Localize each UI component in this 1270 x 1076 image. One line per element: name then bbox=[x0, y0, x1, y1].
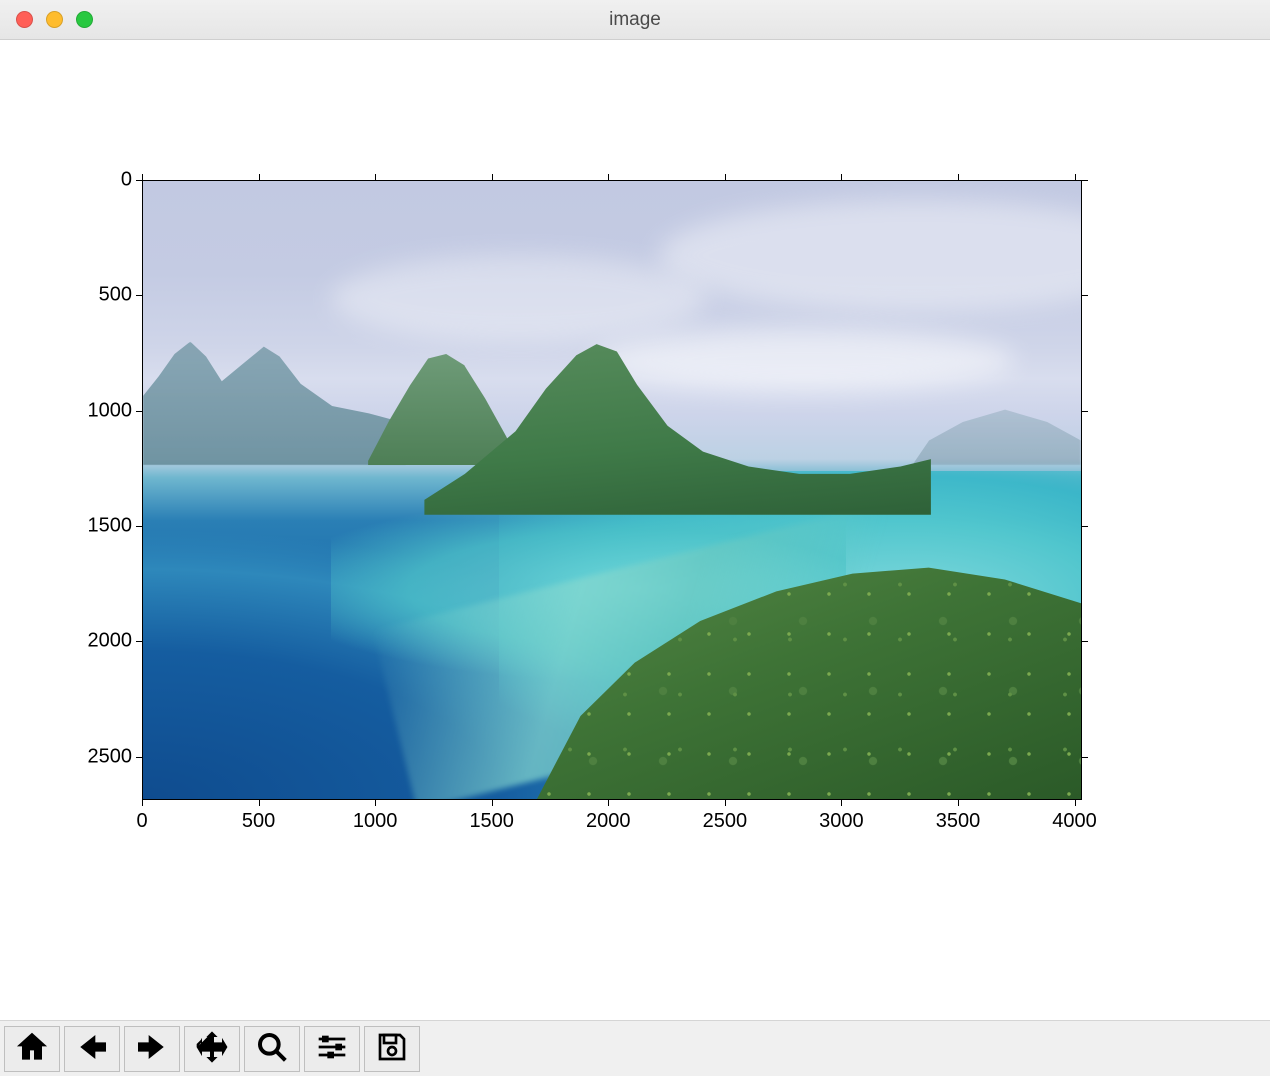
zoom-window-button[interactable] bbox=[76, 11, 93, 28]
move-icon bbox=[196, 1031, 228, 1066]
y-tick bbox=[136, 757, 142, 758]
arrow-left-icon bbox=[76, 1031, 108, 1066]
y-tick-label: 1500 bbox=[84, 514, 132, 537]
back-button[interactable] bbox=[64, 1026, 120, 1072]
x-tick bbox=[1075, 800, 1076, 806]
y-tick bbox=[136, 180, 142, 181]
x-tick bbox=[375, 174, 376, 180]
x-tick bbox=[142, 174, 143, 180]
x-tick bbox=[841, 174, 842, 180]
x-tick-label: 1000 bbox=[353, 810, 398, 833]
y-tick-label: 0 bbox=[117, 169, 132, 192]
y-tick bbox=[1082, 411, 1088, 412]
x-tick bbox=[608, 174, 609, 180]
y-tick-label: 2000 bbox=[84, 630, 132, 653]
x-tick bbox=[142, 800, 143, 806]
arrow-right-icon bbox=[136, 1031, 168, 1066]
y-tick bbox=[1082, 295, 1088, 296]
sliders-icon bbox=[316, 1031, 348, 1066]
y-tick bbox=[1082, 757, 1088, 758]
nav-toolbar bbox=[0, 1020, 1270, 1076]
x-tick bbox=[725, 800, 726, 806]
x-tick bbox=[1075, 174, 1076, 180]
y-tick bbox=[136, 641, 142, 642]
x-tick bbox=[958, 174, 959, 180]
x-tick-label: 0 bbox=[136, 810, 147, 833]
magnify-icon bbox=[256, 1031, 288, 1066]
x-tick-label: 4000 bbox=[1052, 810, 1097, 833]
y-tick-label: 2500 bbox=[84, 745, 132, 768]
y-tick bbox=[1082, 641, 1088, 642]
x-tick-label: 3000 bbox=[819, 810, 864, 833]
window-controls bbox=[16, 11, 93, 28]
titlebar: image bbox=[0, 0, 1270, 40]
x-tick bbox=[725, 174, 726, 180]
x-tick-label: 2000 bbox=[586, 810, 631, 833]
home-button[interactable] bbox=[4, 1026, 60, 1072]
save-icon bbox=[376, 1031, 408, 1066]
y-tick-label: 1000 bbox=[84, 399, 132, 422]
axes bbox=[142, 180, 1082, 800]
y-tick bbox=[136, 295, 142, 296]
image-content bbox=[143, 181, 1081, 799]
forward-button[interactable] bbox=[124, 1026, 180, 1072]
x-tick-label: 500 bbox=[242, 810, 275, 833]
y-tick bbox=[1082, 526, 1088, 527]
y-tick bbox=[136, 411, 142, 412]
x-tick-label: 1500 bbox=[469, 810, 514, 833]
x-tick bbox=[608, 800, 609, 806]
x-tick bbox=[492, 174, 493, 180]
x-tick bbox=[375, 800, 376, 806]
home-icon bbox=[16, 1031, 48, 1066]
x-tick bbox=[259, 800, 260, 806]
pan-button[interactable] bbox=[184, 1026, 240, 1072]
window-title: image bbox=[609, 9, 661, 31]
y-tick bbox=[1082, 180, 1088, 181]
x-tick bbox=[958, 800, 959, 806]
x-tick bbox=[492, 800, 493, 806]
x-tick bbox=[259, 174, 260, 180]
y-tick-label: 500 bbox=[95, 284, 132, 307]
y-tick bbox=[136, 526, 142, 527]
configure-subplots-button[interactable] bbox=[304, 1026, 360, 1072]
close-window-button[interactable] bbox=[16, 11, 33, 28]
save-button[interactable] bbox=[364, 1026, 420, 1072]
x-tick bbox=[841, 800, 842, 806]
x-tick-label: 3500 bbox=[936, 810, 981, 833]
figure-canvas[interactable]: 0 500 1000 1500 2000 2500 3000 3500 4000 0 500 100… bbox=[0, 40, 1270, 1020]
x-tick-label: 2500 bbox=[703, 810, 748, 833]
zoom-button[interactable] bbox=[244, 1026, 300, 1072]
minimize-window-button[interactable] bbox=[46, 11, 63, 28]
